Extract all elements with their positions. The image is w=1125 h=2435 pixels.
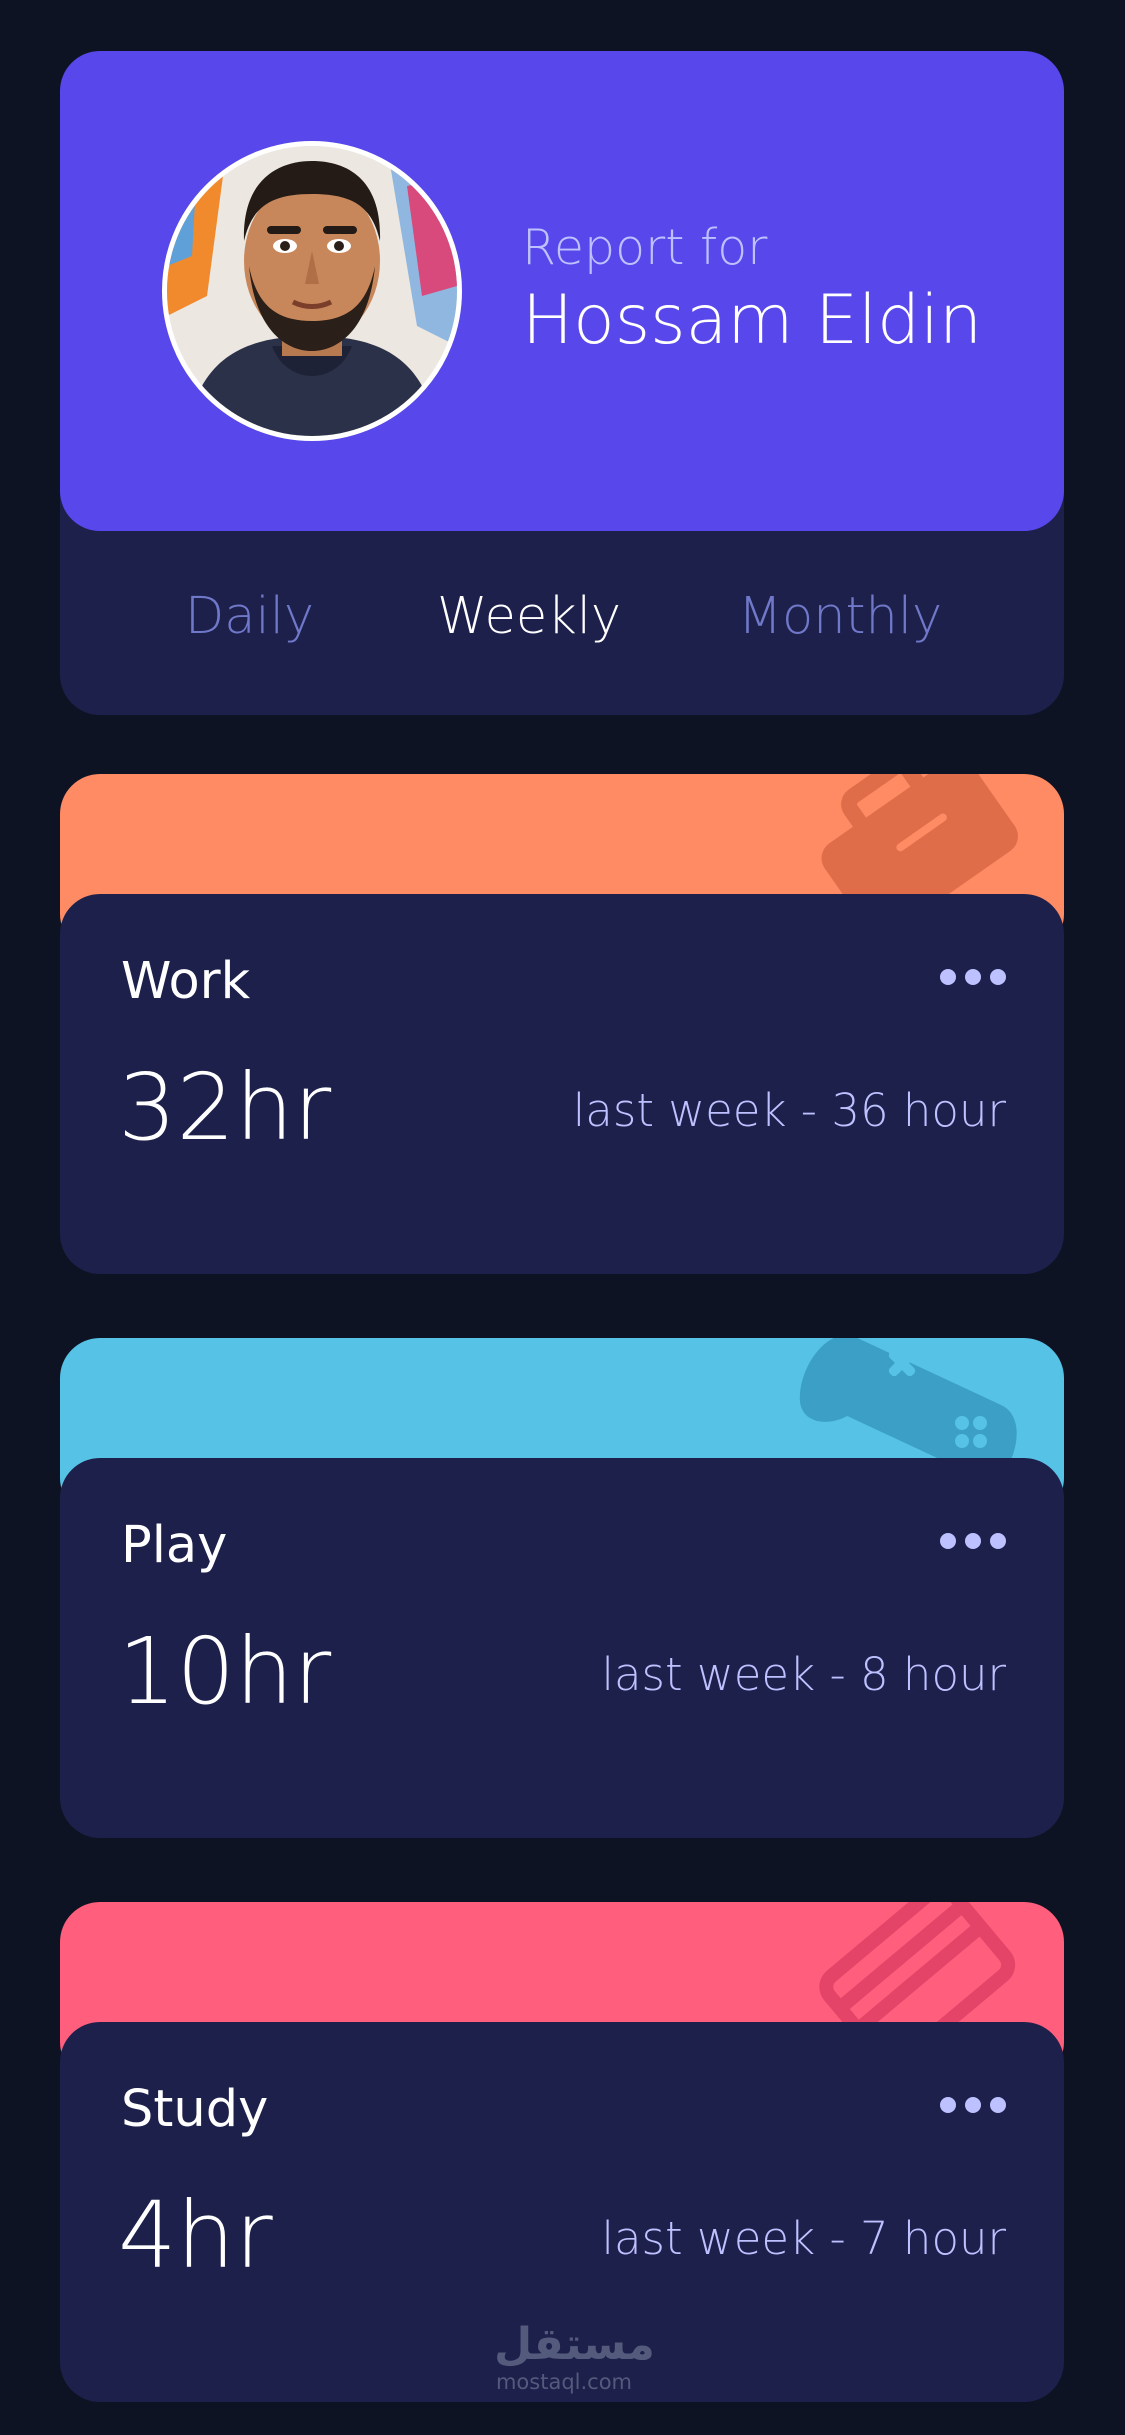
play-card-body: Play 10hr last week - 8 hour — [60, 1458, 1064, 1838]
ellipsis-icon[interactable] — [940, 2092, 1006, 2118]
activity-title: Play — [121, 1516, 228, 1575]
tab-monthly[interactable]: Monthly — [738, 587, 942, 646]
user-name: Hossam Eldin — [522, 281, 983, 360]
tab-weekly[interactable]: Weekly — [437, 587, 621, 646]
current-hours: 32hr — [118, 1054, 332, 1161]
activity-title: Work — [121, 952, 251, 1011]
activity-title: Study — [121, 2080, 269, 2139]
previous-hours: last week - 8 hour — [601, 1648, 1006, 1701]
profile-card: Report for Hossam Eldin Daily Weekly Mon… — [60, 51, 1064, 715]
current-hours: 4hr — [118, 2182, 273, 2289]
tab-daily[interactable]: Daily — [185, 587, 314, 646]
book-icon — [819, 1902, 1016, 2042]
profile-header: Report for Hossam Eldin — [60, 51, 1064, 531]
work-card[interactable]: Work 32hr last week - 36 hour — [60, 774, 1064, 1274]
ellipsis-icon[interactable] — [940, 964, 1006, 990]
previous-hours: last week - 36 hour — [572, 1084, 1006, 1137]
watermark: مستقل mostaql.com — [494, 2319, 655, 2395]
briefcase-icon — [821, 774, 1018, 914]
report-for-label: Report for — [522, 219, 768, 276]
work-card-body: Work 32hr last week - 36 hour — [60, 894, 1064, 1274]
current-hours: 10hr — [118, 1618, 332, 1725]
gamepad-icon — [799, 1338, 1017, 1478]
avatar — [162, 141, 462, 441]
watermark-logo: مستقل — [494, 2319, 655, 2370]
watermark-url: mostaql.com — [495, 2370, 633, 2394]
previous-hours: last week - 7 hour — [601, 2212, 1006, 2265]
play-card[interactable]: Play 10hr last week - 8 hour — [60, 1338, 1064, 1838]
ellipsis-icon[interactable] — [940, 1528, 1006, 1554]
